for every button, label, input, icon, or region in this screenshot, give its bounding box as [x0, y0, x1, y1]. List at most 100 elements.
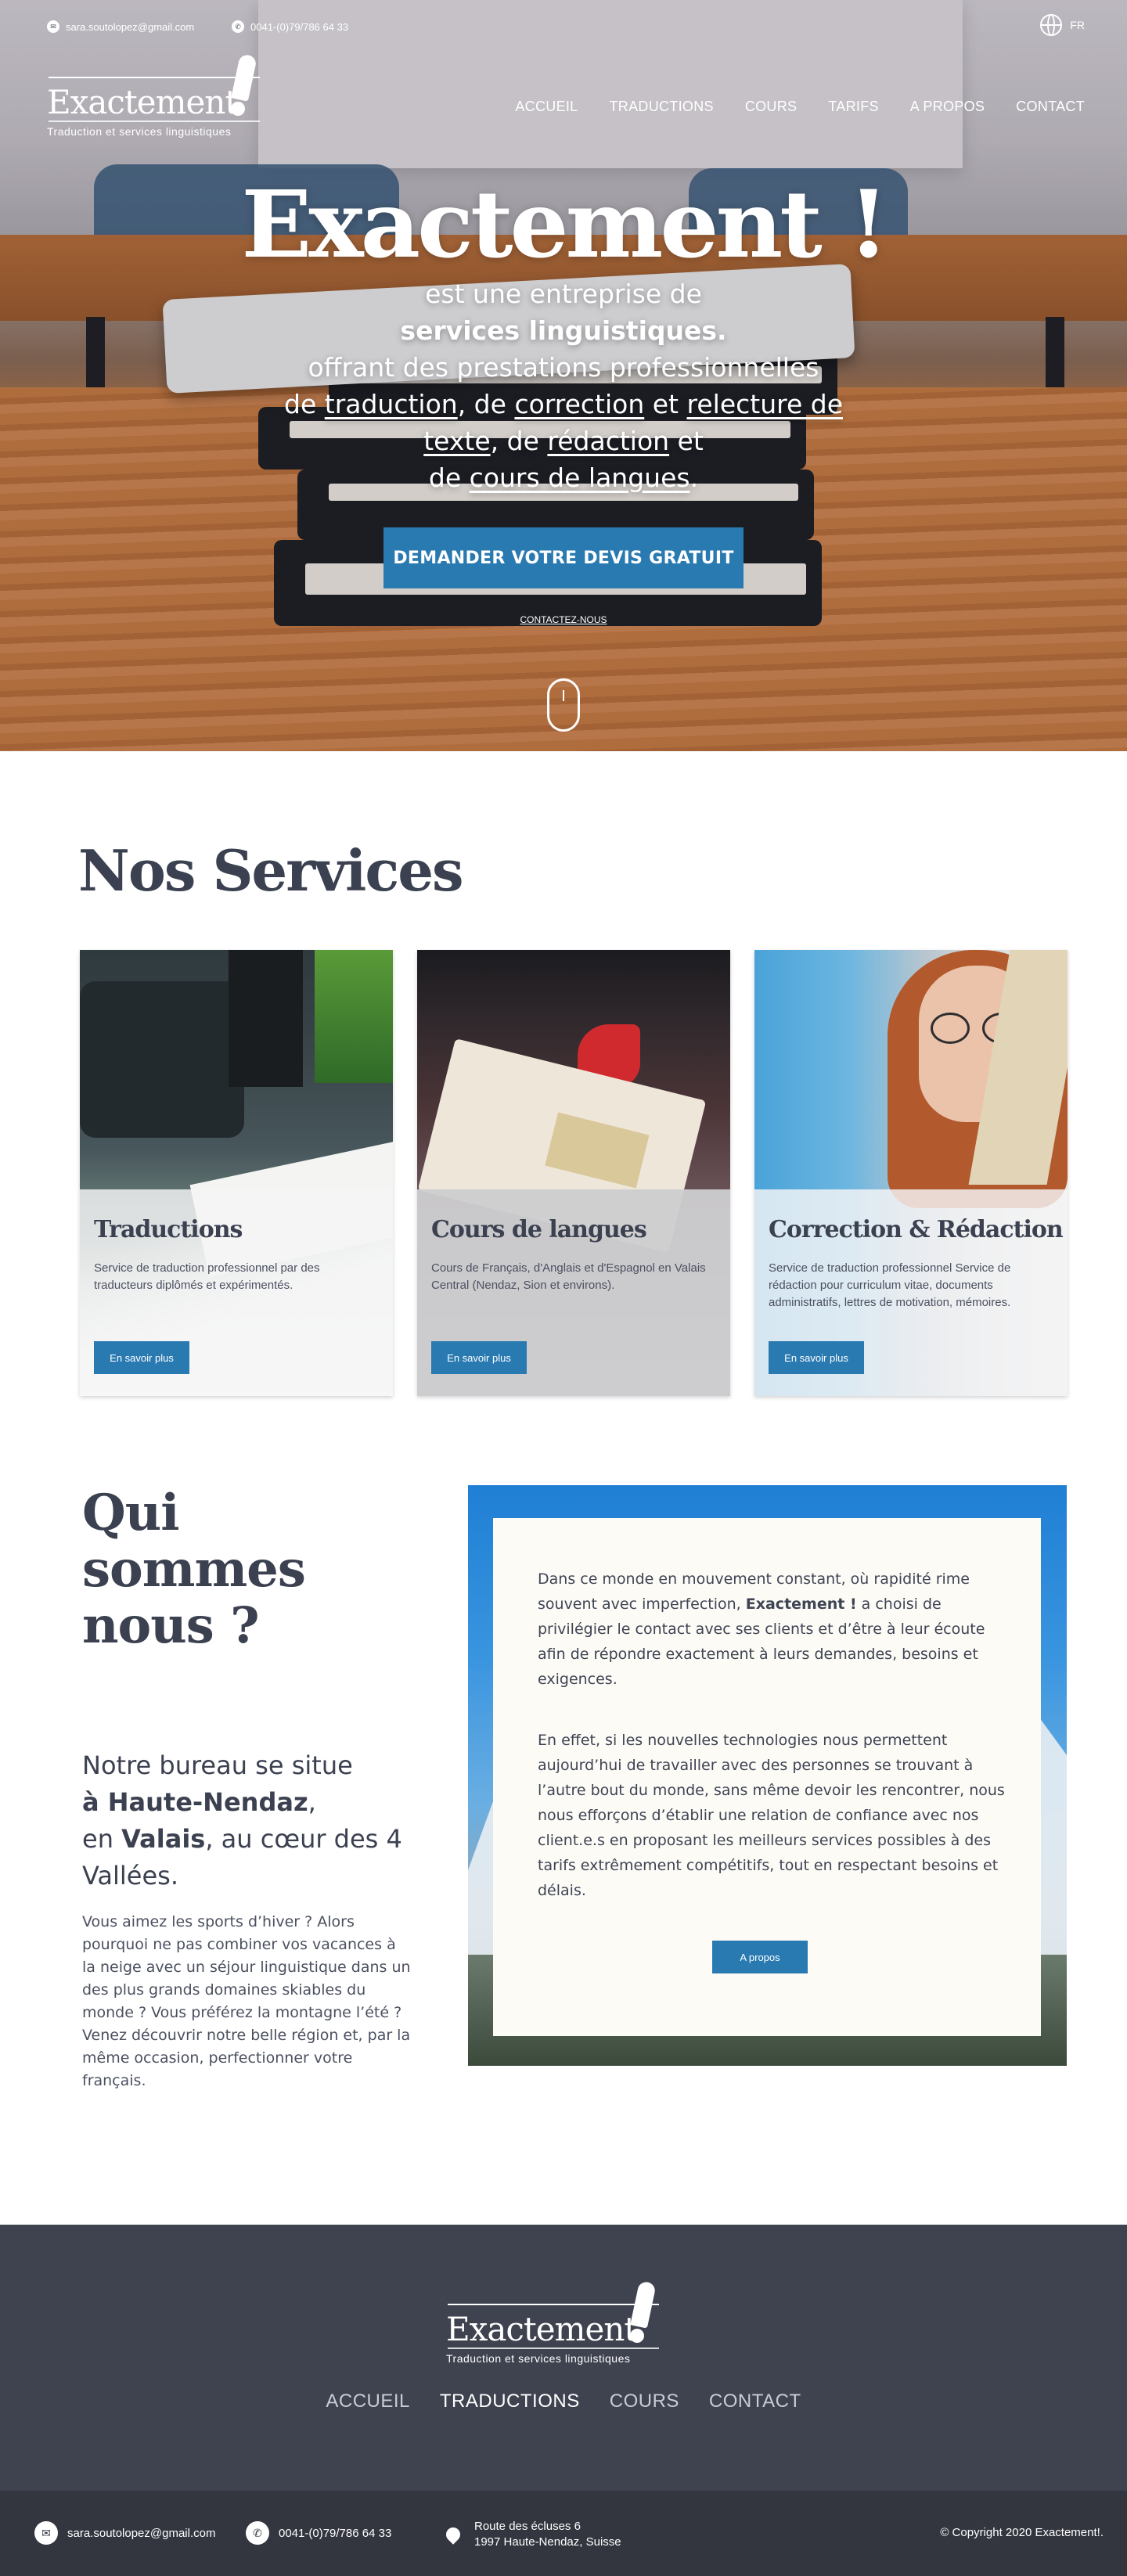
- card-description: Service de traduction professionnel par …: [94, 1261, 320, 1292]
- logo-wordmark: Exactement: [47, 83, 238, 121]
- nav-item-contact[interactable]: CONTACT: [1016, 99, 1085, 115]
- nav-item-tarifs[interactable]: TARIFS: [828, 99, 878, 115]
- mountain-village-photo: Dans ce monde en mouvement constant, où …: [468, 1485, 1067, 2066]
- envelope-icon: ✉: [34, 2521, 58, 2545]
- services-title: Nos Services: [78, 837, 464, 904]
- hero-text: et: [644, 389, 687, 419]
- hero-section: ✉ sara.soutolopez@gmail.com ✆ 0041-(0)79…: [0, 0, 1127, 751]
- logo-rule: [49, 77, 260, 78]
- hero-text: , de: [490, 426, 548, 456]
- hero-text: , de: [457, 389, 515, 419]
- hero-description: est une entreprise de services linguisti…: [0, 275, 1127, 496]
- topbar-email[interactable]: ✉ sara.soutolopez@gmail.com: [47, 20, 194, 33]
- main-navigation: ACCUEIL TRADUCTIONS COURS TARIFS A PROPO…: [515, 99, 1085, 115]
- topbar-phone-text: 0041-(0)79/786 64 33: [250, 20, 349, 33]
- about-lead-strong: à Haute-Nendaz: [82, 1787, 308, 1817]
- phone-icon: ✆: [246, 2521, 269, 2545]
- about-text-box: Dans ce monde en mouvement constant, où …: [493, 1518, 1041, 2036]
- contact-us-link[interactable]: CONTACTEZ-NOUS: [0, 614, 1127, 625]
- link-texte[interactable]: texte: [423, 426, 490, 456]
- logo-rule: [448, 2348, 659, 2349]
- hero-title: Exactement !: [241, 170, 888, 279]
- map-pin-icon: [443, 2524, 463, 2545]
- hero-line: texte, de rédaction et: [0, 423, 1127, 459]
- about-title: Qui sommes nous ?: [82, 1484, 306, 1655]
- phone-icon: ✆: [232, 20, 244, 33]
- hero-line: services linguistiques.: [400, 315, 727, 346]
- learn-more-button[interactable]: En savoir plus: [431, 1341, 527, 1374]
- nav-item-cours[interactable]: COURS: [745, 99, 798, 115]
- bottom-bar: ✉ sara.soutolopez@gmail.com ✆ 0041-(0)79…: [0, 2491, 1127, 2576]
- footer-nav-cours[interactable]: COURS: [610, 2391, 679, 2412]
- service-card-traductions: Traductions Service de traduction profes…: [80, 950, 393, 1396]
- about-text: Vous aimez les sports d’hiver ? Alors po…: [82, 1913, 411, 2089]
- top-bar: ✉ sara.soutolopez@gmail.com ✆ 0041-(0)79…: [0, 0, 1127, 55]
- footer-nav-traductions[interactable]: TRADUCTIONS: [440, 2391, 580, 2412]
- footer: Exactement Traduction et services lingui…: [0, 2225, 1127, 2491]
- card-description: Cours de Français, d'Anglais et d'Espagn…: [431, 1261, 706, 1292]
- topbar-email-text: sara.soutolopez@gmail.com: [66, 20, 195, 33]
- nav-item-a-propos[interactable]: A PROPOS: [910, 99, 985, 115]
- card-title: Correction & Rédaction: [769, 1216, 1064, 1243]
- about-button[interactable]: A propos: [712, 1941, 808, 1973]
- about-paragraph: En effet, si les nouvelles technologies …: [538, 1732, 1005, 1899]
- hero-text: de: [428, 462, 470, 493]
- topbar-phone[interactable]: ✆ 0041-(0)79/786 64 33: [232, 20, 348, 33]
- learn-more-button[interactable]: En savoir plus: [94, 1341, 189, 1374]
- footer-nav-accueil[interactable]: ACCUEIL: [326, 2391, 410, 2412]
- logo-rule: [448, 2304, 659, 2305]
- language-selector[interactable]: FR: [1040, 14, 1085, 36]
- footer-nav-contact[interactable]: CONTACT: [709, 2391, 801, 2412]
- link-traduction[interactable]: traduction: [325, 389, 458, 419]
- nav-item-traductions[interactable]: TRADUCTIONS: [610, 99, 714, 115]
- language-label: FR: [1070, 19, 1085, 31]
- link-relecture[interactable]: relecture de: [687, 389, 844, 419]
- about-lead-text: en: [82, 1824, 122, 1854]
- site-logo[interactable]: Exactement Traduction et services lingui…: [47, 53, 274, 149]
- footer-address: Route des écluses 6 1997 Haute-Nendaz, S…: [443, 2519, 621, 2550]
- exclamation-mark-icon: [231, 53, 257, 117]
- link-cours-de-langues[interactable]: cours de langues: [470, 462, 690, 493]
- about-paragraph-strong: Exactement !: [745, 1596, 857, 1613]
- hero-line: de traduction, de correction et relectur…: [0, 386, 1127, 423]
- copyright: © Copyright 2020 Exactement!.: [940, 2526, 1104, 2539]
- footer-address-text: Route des écluses 6 1997 Haute-Nendaz, S…: [474, 2519, 621, 2550]
- address-line: Route des écluses 6: [474, 2520, 581, 2533]
- about-paragraph: Dans ce monde en mouvement constant, où …: [538, 1567, 1007, 1692]
- learn-more-button[interactable]: En savoir plus: [769, 1341, 864, 1374]
- footer-phone-text: 0041-(0)79/786 64 33: [279, 2526, 392, 2540]
- globe-icon: [1040, 14, 1063, 36]
- logo-rule: [49, 121, 260, 122]
- footer-logo[interactable]: Exactement Traduction et services lingui…: [446, 2280, 673, 2376]
- footer-email[interactable]: ✉ sara.soutolopez@gmail.com: [34, 2521, 215, 2545]
- about-lead-strong: Valais: [121, 1824, 206, 1854]
- card-title: Cours de langues: [431, 1216, 647, 1243]
- address-line: 1997 Haute-Nendaz, Suisse: [474, 2535, 621, 2549]
- about-lead-text: ,: [308, 1787, 316, 1817]
- footer-email-text: sara.soutolopez@gmail.com: [67, 2526, 216, 2540]
- logo-wordmark: Exactement: [446, 2310, 637, 2348]
- logo-tagline: Traduction et services linguistiques: [446, 2352, 631, 2365]
- hero-text: .: [690, 462, 699, 493]
- card-title: Traductions: [94, 1216, 243, 1243]
- hero-copy: Exactement ! est une entreprise de servi…: [0, 174, 1127, 496]
- hero-line: de cours de langues.: [0, 459, 1127, 496]
- scroll-mouse-icon[interactable]: [547, 678, 580, 732]
- hero-text: de: [284, 389, 325, 419]
- about-lead-text: Notre bureau se situe: [82, 1750, 353, 1780]
- about-location: Notre bureau se situe à Haute-Nendaz, en…: [82, 1747, 419, 1894]
- link-correction[interactable]: correction: [514, 389, 644, 419]
- hero-line: est une entreprise de: [425, 279, 702, 309]
- link-redaction[interactable]: rédaction: [547, 426, 669, 456]
- card-description: Service de traduction professionnel Serv…: [769, 1261, 1011, 1309]
- logo-tagline: Traduction et services linguistiques: [47, 125, 232, 138]
- hero-line: offrant des prestations professionnelles: [308, 352, 819, 383]
- request-quote-button[interactable]: DEMANDER VOTRE DEVIS GRATUIT: [383, 527, 744, 588]
- footer-navigation: ACCUEIL TRADUCTIONS COURS CONTACT: [0, 2391, 1127, 2412]
- hero-text: et: [669, 426, 704, 456]
- footer-phone[interactable]: ✆ 0041-(0)79/786 64 33: [246, 2521, 391, 2545]
- nav-item-accueil[interactable]: ACCUEIL: [515, 99, 578, 115]
- exclamation-mark-icon: [630, 2280, 657, 2344]
- service-card-correction: Correction & Rédaction Service de traduc…: [754, 950, 1068, 1396]
- envelope-icon: ✉: [47, 20, 59, 33]
